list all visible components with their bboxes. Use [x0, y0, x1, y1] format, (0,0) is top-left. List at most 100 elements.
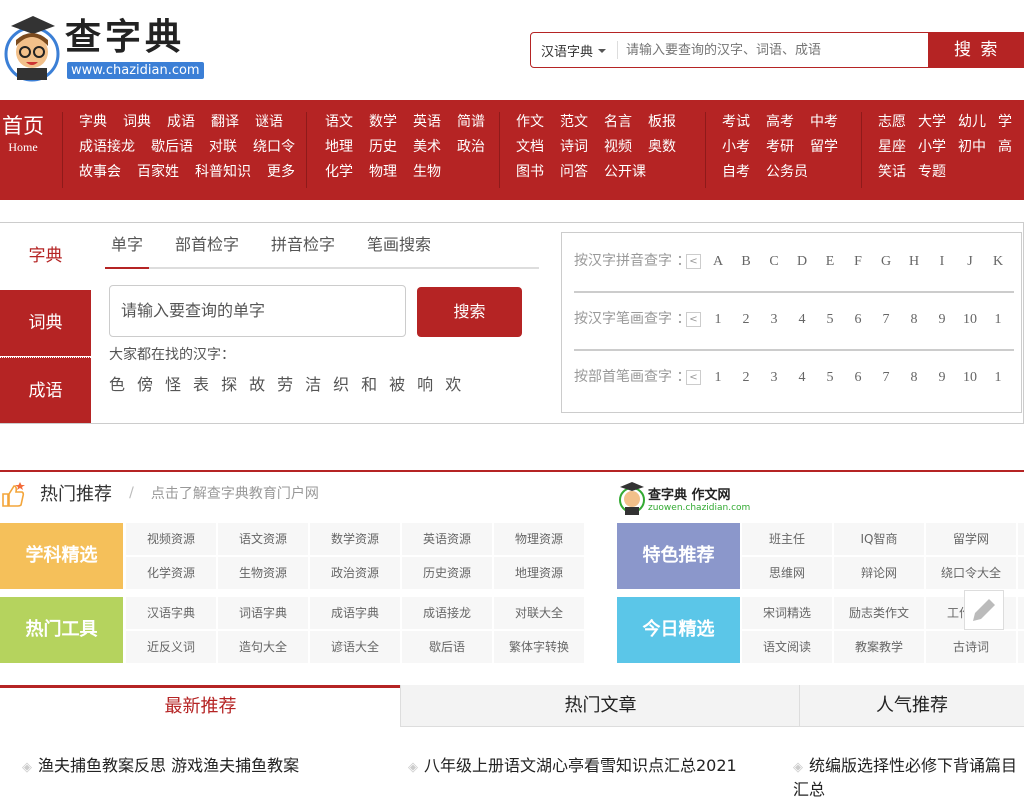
index-key[interactable]: 2 — [732, 308, 760, 332]
nav-link[interactable]: 小学 — [918, 139, 946, 155]
hot-subtitle[interactable]: 点击了解查字典教育门户网 — [151, 486, 319, 502]
index-key[interactable]: 10 — [956, 366, 984, 390]
category-block[interactable]: 热门工具 — [0, 597, 123, 663]
nav-link[interactable]: 问答 — [560, 164, 588, 180]
resource-link[interactable] — [1018, 631, 1024, 663]
nav-link[interactable]: 公开课 — [604, 164, 646, 180]
index-key[interactable]: E — [816, 250, 844, 274]
resource-link[interactable]: 英语资源 — [402, 523, 492, 555]
resource-link[interactable] — [1018, 557, 1024, 589]
category-block[interactable]: 特色推荐 — [617, 523, 740, 589]
nav-link[interactable]: 政治 — [457, 139, 485, 155]
tab-popular[interactable]: 人气推荐 — [799, 685, 1024, 727]
nav-link[interactable]: 幼儿 — [958, 114, 986, 130]
category-block[interactable]: 学科精选 — [0, 523, 123, 589]
resource-link[interactable]: 词语字典 — [218, 597, 308, 629]
edit-button[interactable] — [964, 590, 1004, 630]
nav-link[interactable]: 历史 — [369, 139, 397, 155]
resource-link[interactable]: 视频资源 — [126, 523, 216, 555]
resource-link[interactable]: 语文阅读 — [742, 631, 832, 663]
index-key[interactable]: 3 — [760, 366, 788, 390]
nav-link[interactable]: 学 — [998, 114, 1012, 130]
sub-tab-pinyin[interactable]: 拼音检字 — [265, 235, 341, 269]
nav-link[interactable]: 诗词 — [560, 139, 588, 155]
nav-link[interactable]: 词典 — [123, 114, 151, 130]
prev-arrow-icon[interactable]: < — [686, 253, 701, 269]
index-key[interactable]: 9 — [928, 366, 956, 390]
index-key[interactable]: I — [928, 250, 956, 274]
resource-link[interactable]: 绕口令大全 — [926, 557, 1016, 589]
index-key[interactable]: 1 — [984, 366, 1012, 390]
index-key[interactable]: 5 — [816, 366, 844, 390]
index-key[interactable]: 1 — [984, 308, 1012, 332]
hot-char[interactable]: 怪 — [165, 375, 182, 394]
nav-link[interactable]: 笑话 — [878, 164, 906, 180]
resource-link[interactable]: 歇后语 — [402, 631, 492, 663]
nav-link[interactable]: 绕口令 — [253, 139, 295, 155]
nav-link[interactable]: 考试 — [722, 114, 750, 130]
nav-link[interactable]: 物理 — [369, 164, 397, 180]
nav-home[interactable]: 首页 Home — [0, 112, 46, 155]
resource-link[interactable]: 语文资源 — [218, 523, 308, 555]
left-tab-chengyu[interactable]: 成语 — [0, 357, 91, 423]
sub-tab-danzi[interactable]: 单字 — [105, 235, 150, 269]
resource-link[interactable]: 教案教学 — [834, 631, 924, 663]
nav-link[interactable]: 科普知识 — [195, 164, 251, 180]
resource-link[interactable]: 近反义词 — [126, 631, 216, 663]
article-link[interactable]: 渔夫捕鱼教案反思 游戏渔夫捕鱼教案 — [22, 752, 299, 776]
sub-tab-bihua[interactable]: 笔画搜索 — [361, 235, 437, 269]
resource-link[interactable] — [1018, 523, 1024, 555]
hot-char[interactable]: 欢 — [445, 375, 462, 394]
nav-link[interactable]: 志愿 — [878, 114, 906, 130]
nav-link[interactable]: 大学 — [918, 114, 946, 130]
char-search-button[interactable]: 搜索 — [417, 287, 522, 337]
search-type-select[interactable]: 汉语字典 — [541, 41, 606, 60]
resource-link[interactable]: 思维网 — [742, 557, 832, 589]
resource-link[interactable]: 数学资源 — [310, 523, 400, 555]
resource-link[interactable]: 生物资源 — [218, 557, 308, 589]
nav-link[interactable]: 初中 — [958, 139, 986, 155]
resource-link[interactable]: 成语接龙 — [402, 597, 492, 629]
resource-link[interactable]: 谚语大全 — [310, 631, 400, 663]
index-key[interactable]: A — [704, 250, 732, 274]
resource-link[interactable]: 成语字典 — [310, 597, 400, 629]
index-key[interactable]: 1 — [704, 308, 732, 332]
nav-link[interactable]: 美术 — [413, 139, 441, 155]
hot-char[interactable]: 故 — [249, 375, 266, 394]
nav-link[interactable]: 成语接龙 — [79, 139, 135, 155]
index-key[interactable]: 7 — [872, 366, 900, 390]
nav-link[interactable]: 简谱 — [457, 114, 485, 130]
hot-char[interactable]: 探 — [221, 375, 238, 394]
search-button[interactable]: 搜 索 — [928, 32, 1024, 68]
nav-link[interactable]: 小考 — [722, 139, 750, 155]
article-link[interactable]: 统编版选择性必修下背诵篇目汇总 — [793, 752, 1021, 800]
resource-link[interactable]: 励志类作文 — [834, 597, 924, 629]
nav-link[interactable]: 翻译 — [211, 114, 239, 130]
index-key[interactable]: C — [760, 250, 788, 274]
sub-tab-bushou[interactable]: 部首检字 — [169, 235, 245, 269]
nav-link[interactable]: 故事会 — [79, 164, 121, 180]
article-link[interactable]: 八年级上册语文湖心亭看雪知识点汇总2021 — [408, 752, 737, 776]
hot-char[interactable]: 和 — [361, 375, 378, 394]
nav-link[interactable]: 图书 — [516, 164, 544, 180]
nav-link[interactable]: 歇后语 — [151, 139, 193, 155]
zuowen-logo[interactable]: 查字典 作文网 zuowen.chazidian.com — [618, 480, 750, 516]
index-key[interactable]: 10 — [956, 308, 984, 332]
index-key[interactable]: 3 — [760, 308, 788, 332]
site-logo[interactable]: 查字典 www.chazidian.com — [3, 12, 204, 82]
resource-link[interactable]: 古诗词 — [926, 631, 1016, 663]
hot-char[interactable]: 色 — [109, 375, 126, 394]
index-key[interactable]: J — [956, 250, 984, 274]
resource-link[interactable]: 化学资源 — [126, 557, 216, 589]
nav-link[interactable]: 留学 — [810, 139, 838, 155]
index-key[interactable]: 2 — [732, 366, 760, 390]
index-key[interactable]: H — [900, 250, 928, 274]
resource-link[interactable]: 政治资源 — [310, 557, 400, 589]
nav-link[interactable]: 更多 — [267, 164, 295, 180]
index-key[interactable]: 7 — [872, 308, 900, 332]
nav-link[interactable]: 名言 — [604, 114, 632, 130]
resource-link[interactable]: IQ智商 — [834, 523, 924, 555]
nav-link[interactable]: 化学 — [325, 164, 353, 180]
index-key[interactable]: K — [984, 250, 1012, 274]
index-key[interactable]: G — [872, 250, 900, 274]
